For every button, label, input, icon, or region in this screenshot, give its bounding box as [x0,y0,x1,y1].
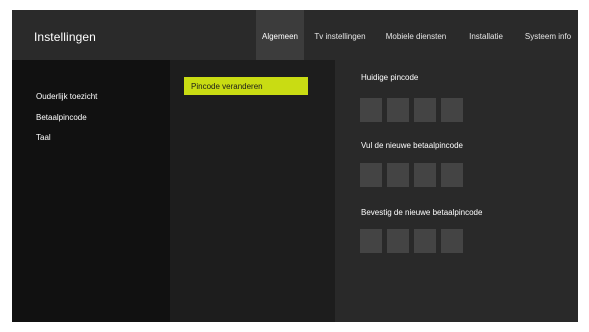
pin-digit-box[interactable] [414,98,436,122]
app-title: Instellingen [34,30,96,44]
pin-digit-box[interactable] [441,229,463,253]
options-panel: Pincode veranderen [170,60,335,322]
current-pin-label: Huidige pincode [361,73,419,82]
tab-mobiele-diensten[interactable]: Mobiele diensten [378,10,454,60]
sidebar-item-taal[interactable]: Taal [36,133,51,142]
tab-label: Tv instellingen [314,32,366,41]
pin-digit-box[interactable] [387,229,409,253]
pin-digit-box[interactable] [387,163,409,187]
pin-digit-box[interactable] [441,163,463,187]
tab-installatie[interactable]: Installatie [461,10,511,60]
confirm-pin-label: Bevestig de nieuwe betaalpincode [361,208,483,217]
pin-digit-box[interactable] [414,163,436,187]
settings-screen: Instellingen Algemeen Tv instellingen Mo… [12,10,578,322]
sidebar: Ouderlijk toezicht Betaalpincode Taal [12,60,170,322]
tab-label: Systeem info [524,32,572,41]
pin-digit-box[interactable] [360,163,382,187]
sidebar-item-betaalpincode[interactable]: Betaalpincode [36,113,87,122]
pin-digit-box[interactable] [441,98,463,122]
tab-label: Installatie [469,32,503,41]
tab-label: Algemeen [261,32,299,41]
change-pin-button[interactable]: Pincode veranderen [184,77,308,95]
pin-digit-box[interactable] [387,98,409,122]
pin-form-panel: Huidige pincode Vul de nieuwe betaalpinc… [335,60,578,322]
pin-digit-box[interactable] [360,98,382,122]
sidebar-item-ouderlijk-toezicht[interactable]: Ouderlijk toezicht [36,92,97,101]
new-pin-label: Vul de nieuwe betaalpincode [361,141,464,150]
tab-algemeen[interactable]: Algemeen [256,10,304,66]
pin-digit-box[interactable] [414,229,436,253]
tab-label: Mobiele diensten [385,32,447,41]
pin-digit-box[interactable] [360,229,382,253]
top-bar: Instellingen Algemeen Tv instellingen Mo… [12,10,578,66]
tab-systeem-info[interactable]: Systeem info [518,10,578,60]
tab-tv-instellingen[interactable]: Tv instellingen [307,10,373,60]
